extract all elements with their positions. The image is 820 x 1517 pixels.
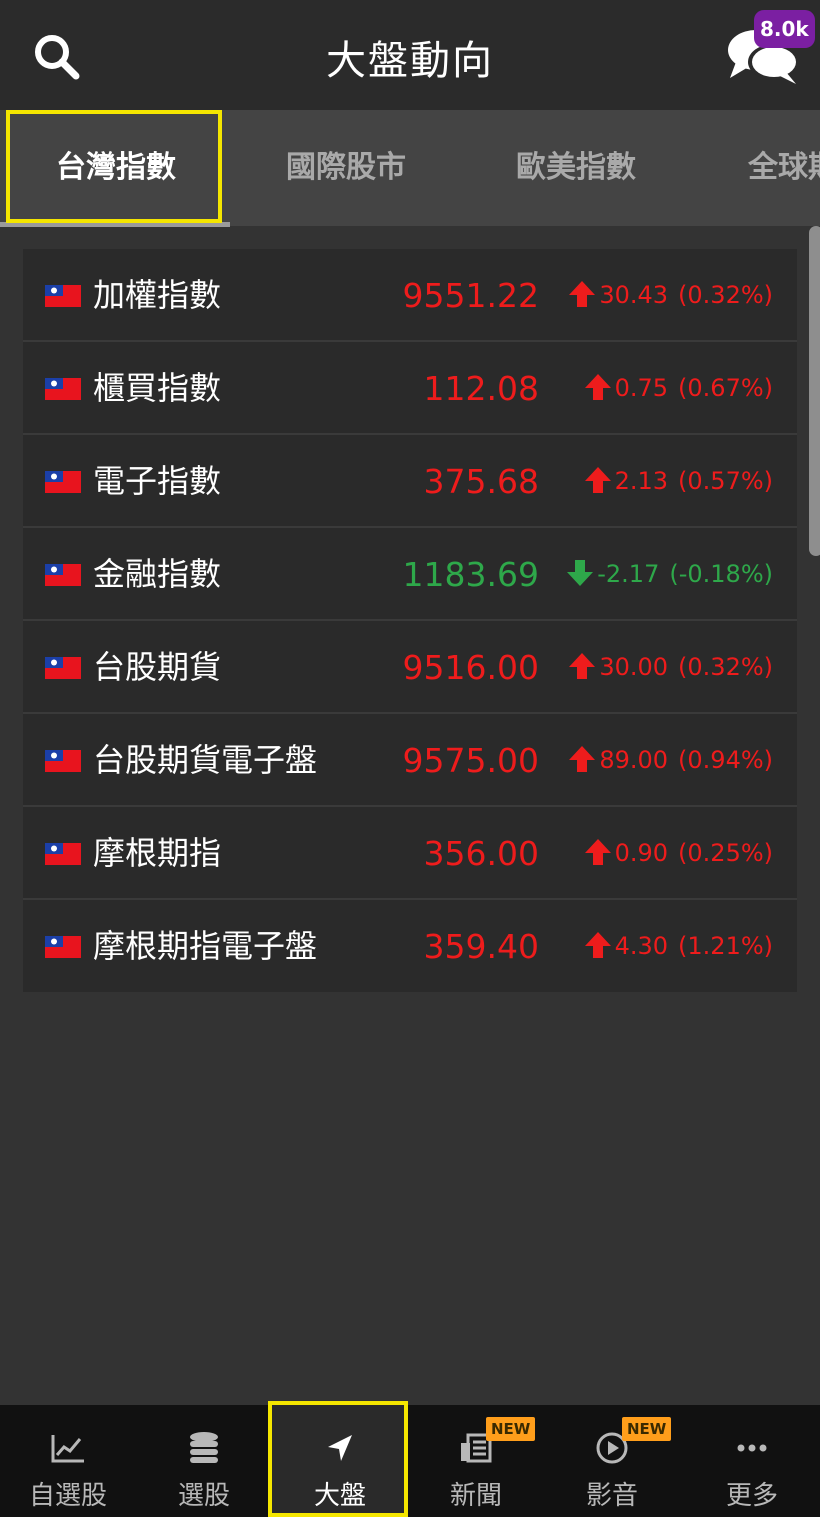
more-dots-icon xyxy=(737,1444,767,1452)
change-amount: 4.30 xyxy=(614,932,669,960)
index-change: 30.43 (0.32%) xyxy=(567,249,773,342)
nav-video[interactable]: NEW 影音 xyxy=(544,1405,680,1517)
index-row[interactable]: 摩根期指 356.00 0.90 (0.25%) xyxy=(23,807,797,900)
change-amount: 0.90 xyxy=(614,839,669,867)
taiwan-flag-icon xyxy=(45,564,81,586)
tab-euro-us-index[interactable]: 歐美指數 xyxy=(516,110,636,226)
nav-watchlist[interactable]: 自選股 xyxy=(0,1405,136,1517)
new-badge: NEW xyxy=(622,1417,672,1441)
navigation-arrow-icon xyxy=(328,1435,352,1461)
taiwan-flag-icon xyxy=(45,285,81,307)
index-change: 89.00 (0.94%) xyxy=(567,714,773,807)
index-name: 摩根期指電子盤 xyxy=(93,927,318,965)
change-amount: 2.13 xyxy=(614,467,669,495)
index-value: 9551.22 xyxy=(402,276,539,315)
arrow-up-icon xyxy=(583,932,615,960)
taiwan-flag-icon xyxy=(45,936,81,958)
index-row[interactable]: 加權指數 9551.22 30.43 (0.32%) xyxy=(23,249,797,342)
taiwan-flag-icon xyxy=(45,471,81,493)
arrow-up-icon xyxy=(567,746,599,774)
change-percent: (0.32%) xyxy=(678,653,773,681)
index-change: -2.17 (-0.18%) xyxy=(565,528,773,621)
change-percent: (0.57%) xyxy=(678,467,773,495)
scrollbar[interactable] xyxy=(809,226,820,556)
index-name: 摩根期指 xyxy=(93,834,222,872)
tab-global-futures[interactable]: 全球期 xyxy=(748,110,820,226)
top-bar: 大盤動向 8.0k xyxy=(0,0,820,110)
index-name: 加權指數 xyxy=(93,276,222,314)
index-row[interactable]: 電子指數 375.68 2.13 (0.57%) xyxy=(23,435,797,528)
index-change: 0.90 (0.25%) xyxy=(583,807,773,900)
change-percent: (-0.18%) xyxy=(669,560,773,588)
index-name: 櫃買指數 xyxy=(93,369,222,407)
index-name: 電子指數 xyxy=(93,462,222,500)
chat-count-badge: 8.0k xyxy=(754,10,815,48)
arrow-up-icon xyxy=(583,374,615,402)
taiwan-flag-icon xyxy=(45,750,81,772)
nav-label: 大盤 xyxy=(313,1481,366,1511)
index-row[interactable]: 台股期貨電子盤 9575.00 89.00 (0.94%) xyxy=(23,714,797,807)
index-name: 台股期貨 xyxy=(93,648,222,686)
nav-label: 選股 xyxy=(177,1481,230,1511)
arrow-down-icon xyxy=(565,560,597,588)
index-value: 375.68 xyxy=(423,462,539,501)
tab-international-stocks[interactable]: 國際股市 xyxy=(286,110,406,226)
index-name: 金融指數 xyxy=(93,555,222,593)
nav-market[interactable]: 大盤 xyxy=(272,1405,408,1517)
taiwan-flag-icon xyxy=(45,378,81,400)
change-amount: -2.17 xyxy=(597,560,660,588)
arrow-up-icon xyxy=(567,653,599,681)
change-amount: 30.43 xyxy=(599,281,669,309)
change-percent: (0.67%) xyxy=(678,374,773,402)
index-value: 359.40 xyxy=(423,927,539,966)
arrow-up-icon xyxy=(583,839,615,867)
change-percent: (0.94%) xyxy=(678,746,773,774)
change-percent: (0.32%) xyxy=(678,281,773,309)
taiwan-flag-icon xyxy=(45,843,81,865)
index-value: 1183.69 xyxy=(402,555,539,594)
nav-label: 新聞 xyxy=(449,1481,502,1511)
page-title: 大盤動向 xyxy=(326,38,494,84)
index-list: 加權指數 9551.22 30.43 (0.32%) 櫃買指數 112.08 0.75 (0.… xyxy=(23,249,797,992)
change-percent: (1.21%) xyxy=(678,932,773,960)
index-row[interactable]: 櫃買指數 112.08 0.75 (0.67%) xyxy=(23,342,797,435)
index-row[interactable]: 台股期貨 9516.00 30.00 (0.32%) xyxy=(23,621,797,714)
nav-more[interactable]: 更多 xyxy=(684,1405,820,1517)
change-amount: 30.00 xyxy=(599,653,669,681)
nav-label: 自選股 xyxy=(28,1481,107,1511)
nav-label: 更多 xyxy=(725,1481,778,1511)
arrow-up-icon xyxy=(567,281,599,309)
index-value: 9516.00 xyxy=(402,648,539,687)
nav-label: 影音 xyxy=(585,1481,638,1511)
new-badge: NEW xyxy=(486,1417,536,1441)
arrow-up-icon xyxy=(583,467,615,495)
index-name: 台股期貨電子盤 xyxy=(93,741,318,779)
market-tabs: 台灣指數 國際股市 歐美指數 全球期 xyxy=(0,110,820,226)
index-value: 356.00 xyxy=(423,834,539,873)
index-change: 4.30 (1.21%) xyxy=(583,900,773,993)
index-change: 2.13 (0.57%) xyxy=(583,435,773,528)
index-change: 0.75 (0.67%) xyxy=(583,342,773,435)
index-row[interactable]: 金融指數 1183.69 -2.17 (-0.18%) xyxy=(23,528,797,621)
line-chart-icon xyxy=(51,1435,84,1463)
app-screen: 大盤動向 8.0k 台灣指數 國際股市 歐美指數 全球期 加權指數 9551.22… xyxy=(0,0,820,1517)
nav-news[interactable]: NEW 新聞 xyxy=(408,1405,544,1517)
index-row[interactable]: 摩根期指電子盤 359.40 4.30 (1.21%) xyxy=(23,900,797,992)
coin-stack-icon xyxy=(190,1432,218,1463)
tab-taiwan-index[interactable]: 台灣指數 xyxy=(56,110,176,226)
active-tab-indicator xyxy=(0,222,230,227)
nav-stock-picker[interactable]: 選股 xyxy=(136,1405,272,1517)
bottom-nav: 自選股 選股 大盤 NEW 新聞 NEW 影音 更多 xyxy=(0,1405,820,1517)
index-value: 9575.00 xyxy=(402,741,539,780)
change-percent: (0.25%) xyxy=(678,839,773,867)
index-change: 30.00 (0.32%) xyxy=(567,621,773,714)
index-value: 112.08 xyxy=(423,369,539,408)
taiwan-flag-icon xyxy=(45,657,81,679)
change-amount: 0.75 xyxy=(614,374,669,402)
change-amount: 89.00 xyxy=(599,746,669,774)
